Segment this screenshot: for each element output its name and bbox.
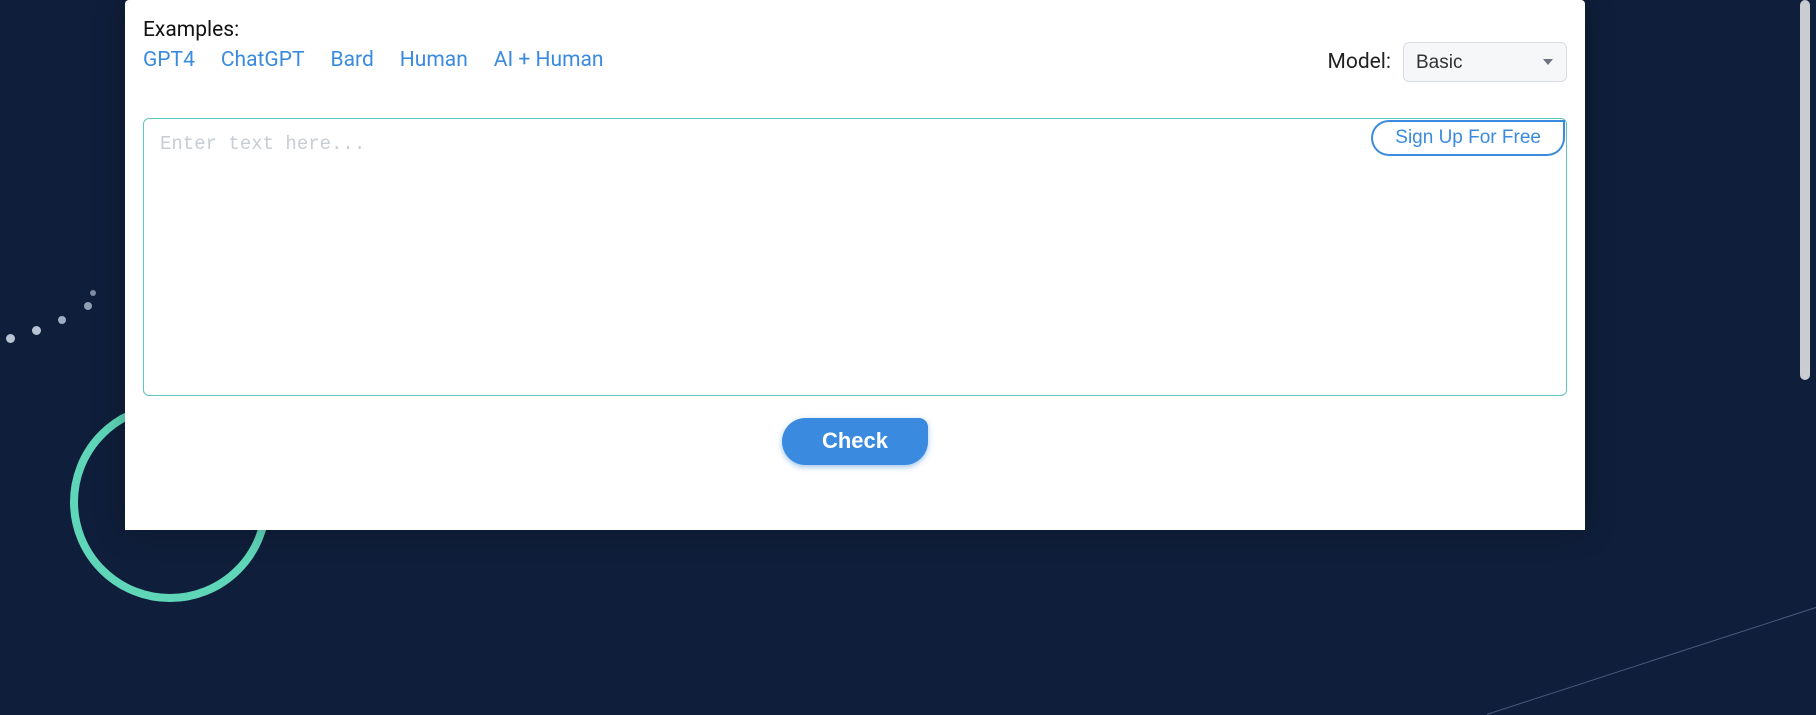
example-link-chatgpt[interactable]: ChatGPT	[221, 48, 305, 72]
check-button[interactable]: Check	[782, 418, 928, 465]
examples-label: Examples:	[143, 18, 1308, 42]
main-card: Examples: GPT4 ChatGPT Bard Human AI + H…	[125, 0, 1585, 530]
examples-block: Examples: GPT4 ChatGPT Bard Human AI + H…	[143, 18, 1308, 72]
model-select-wrap: Basic	[1403, 42, 1567, 82]
scrollbar-thumb[interactable]	[1800, 0, 1810, 380]
check-row: Check	[143, 418, 1567, 465]
model-block: Model: Basic	[1328, 42, 1567, 82]
examples-links: GPT4 ChatGPT Bard Human AI + Human	[143, 48, 1308, 72]
model-select[interactable]: Basic	[1403, 42, 1567, 82]
bg-decor-line	[1487, 581, 1816, 715]
top-row: Examples: GPT4 ChatGPT Bard Human AI + H…	[143, 18, 1567, 82]
signup-button[interactable]: Sign Up For Free	[1371, 120, 1565, 156]
model-label: Model:	[1328, 50, 1391, 74]
text-input[interactable]	[143, 118, 1567, 396]
example-link-ai-human[interactable]: AI + Human	[494, 48, 604, 72]
scrollbar-track[interactable]	[1798, 0, 1812, 542]
textarea-wrap: Sign Up For Free	[143, 118, 1567, 400]
example-link-bard[interactable]: Bard	[331, 48, 374, 72]
example-link-human[interactable]: Human	[400, 48, 468, 72]
example-link-gpt4[interactable]: GPT4	[143, 48, 195, 72]
